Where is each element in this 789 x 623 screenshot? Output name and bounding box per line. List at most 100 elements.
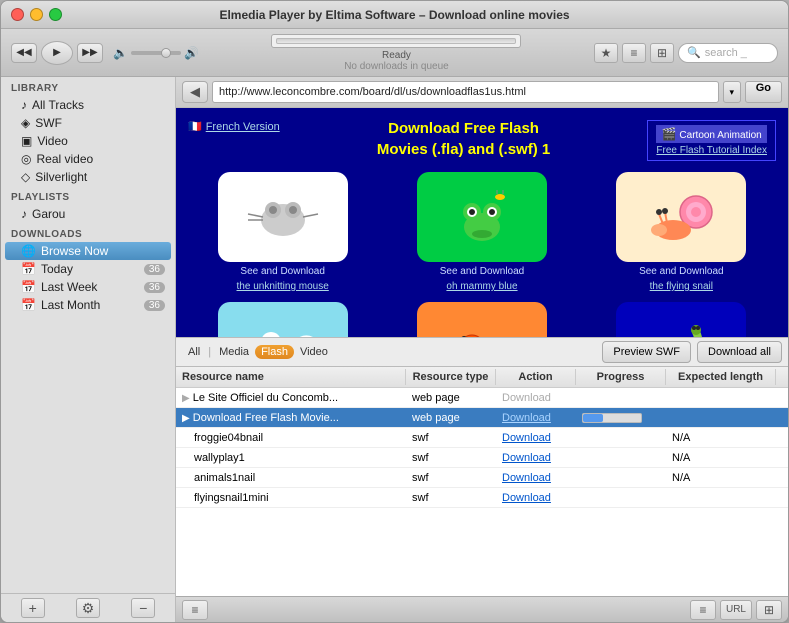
rewind-button[interactable]: ◀◀: [11, 43, 37, 63]
minimize-button[interactable]: [30, 8, 43, 21]
progress-queue: No downloads in queue: [344, 61, 449, 72]
sidebar-item-browse-now[interactable]: 🌐 Browse Now: [5, 242, 171, 260]
flash-link-1[interactable]: oh mammy blue: [446, 281, 517, 292]
flash-link-2[interactable]: the flying snail: [650, 281, 713, 292]
remove-button[interactable]: −: [131, 598, 155, 618]
animals-svg: [641, 312, 721, 337]
flash-item-snailrunner: See and Download the snailrunner: [387, 302, 576, 337]
sidebar-item-video[interactable]: ▣ Video: [5, 132, 171, 150]
row4-download-link[interactable]: Download: [502, 472, 551, 484]
browse-now-icon: 🌐: [21, 244, 36, 258]
row4-action: Download: [496, 470, 576, 486]
sidebar-item-today[interactable]: 📅 Today 36: [5, 260, 171, 278]
col-header-type: Resource type: [406, 369, 496, 385]
table-row[interactable]: froggie04bnail swf Download N/A: [176, 428, 788, 448]
today-icon: 📅: [21, 262, 36, 276]
snailrunner-svg: [442, 312, 522, 337]
sidebar-item-swf[interactable]: ◈ SWF: [5, 114, 171, 132]
row4-scroll: [776, 476, 788, 480]
url-input[interactable]: [212, 81, 719, 103]
row5-action: Download: [496, 490, 576, 506]
url-button[interactable]: URL: [720, 600, 752, 620]
search-box[interactable]: 🔍 search _: [678, 43, 778, 63]
maximize-button[interactable]: [49, 8, 62, 21]
list-view-icon[interactable]: ≡: [182, 600, 208, 620]
sidebar-label-today: Today: [41, 262, 73, 276]
close-button[interactable]: [11, 8, 24, 21]
last-month-icon: 📅: [21, 298, 36, 312]
titlebar: Elmedia Player by Eltima Software – Down…: [1, 1, 788, 29]
row1-progress-bar: [582, 413, 642, 423]
forward-button[interactable]: ▶▶: [77, 43, 103, 63]
flash-link-0[interactable]: the unknitting mouse: [237, 281, 329, 292]
add-button[interactable]: +: [21, 598, 45, 618]
french-version-link[interactable]: French Version: [206, 121, 280, 133]
sidebar-item-last-week[interactable]: 📅 Last Week 36: [5, 278, 171, 296]
row2-name: froggie04bnail: [176, 430, 406, 446]
url-dropdown-button[interactable]: ▾: [723, 81, 741, 103]
filter-all[interactable]: All: [182, 345, 206, 359]
settings-button[interactable]: ⚙: [76, 598, 100, 618]
row1-action: Download: [496, 410, 576, 426]
table-row[interactable]: ▶ Le Site Officiel du Concomb... web pag…: [176, 388, 788, 408]
cartoon-tutorial-link[interactable]: Free Flash Tutorial Index: [656, 145, 767, 156]
sidebar-item-silverlight[interactable]: ◇ Silverlight: [5, 168, 171, 186]
star-button[interactable]: ★: [594, 43, 618, 63]
preview-swf-button[interactable]: Preview SWF: [602, 341, 691, 363]
row0-progress: [576, 396, 666, 400]
browser-panel: ◀ ▾ Go 🇫🇷 French Version Download Free F…: [176, 77, 788, 622]
row1-progress-fill: [583, 414, 603, 422]
media-toolbar: All | Media Flash Video Preview SWF Down…: [176, 337, 788, 367]
download-all-button[interactable]: Download all: [697, 341, 782, 363]
sidebar-bottom: + ⚙ −: [1, 593, 175, 622]
row4-name: animals1nail: [176, 470, 406, 486]
row3-scroll: [776, 456, 788, 460]
sidebar-label-browse-now: Browse Now: [41, 244, 108, 258]
row2-download-link[interactable]: Download: [502, 432, 551, 444]
table-row[interactable]: animals1nail swf Download N/A: [176, 468, 788, 488]
volume-slider[interactable]: [131, 51, 181, 55]
table-row[interactable]: wallyplay1 swf Download N/A: [176, 448, 788, 468]
table-row[interactable]: flyingsnail1mini swf Download: [176, 488, 788, 508]
filter-flash[interactable]: Flash: [255, 345, 294, 359]
flash-thumb-animals: [616, 302, 746, 337]
back-button[interactable]: ◀: [182, 81, 208, 103]
sidebar-item-all-tracks[interactable]: ♪ All Tracks: [5, 96, 171, 114]
row2-type: swf: [406, 430, 496, 446]
row5-name-text: flyingsnail1mini: [182, 492, 269, 504]
sidebar-item-garou[interactable]: ♪ Garou: [5, 205, 171, 223]
mouse-svg: [243, 182, 323, 252]
col-header-name: Resource name: [176, 369, 406, 385]
list-view-button[interactable]: ≡: [622, 43, 646, 63]
bottom-right-buttons: ≡ URL ⊞: [690, 600, 782, 620]
sidebar: LIBRARY ♪ All Tracks ◈ SWF ▣ Video ◎ Rea…: [1, 77, 176, 622]
grid-view-button[interactable]: ⊞: [650, 43, 674, 63]
volume-area: 🔈 🔊: [113, 46, 199, 60]
flash-item-snail: See and Download the flying snail: [587, 172, 776, 292]
row3-length: N/A: [666, 450, 776, 466]
play-button[interactable]: ▶: [41, 41, 73, 65]
row5-download-link[interactable]: Download: [502, 492, 551, 504]
last-week-badge: 36: [144, 282, 165, 293]
grid-icon-button[interactable]: ⊞: [756, 600, 782, 620]
table-row[interactable]: ▶ Download Free Flash Movie... web page …: [176, 408, 788, 428]
media-actions: Preview SWF Download all: [602, 341, 782, 363]
filter-media[interactable]: Media: [213, 345, 255, 359]
row1-download-link[interactable]: Download: [502, 412, 551, 424]
filter-video[interactable]: Video: [294, 345, 334, 359]
row3-download-link[interactable]: Download: [502, 452, 551, 464]
list-icon-button[interactable]: ≡: [690, 600, 716, 620]
sidebar-label-silverlight: Silverlight: [35, 170, 87, 184]
sidebar-item-real-video[interactable]: ◎ Real video: [5, 150, 171, 168]
address-bar: ◀ ▾ Go: [176, 77, 788, 108]
go-button[interactable]: Go: [745, 81, 782, 103]
garou-icon: ♪: [21, 207, 27, 221]
flash-grid: See and Download the unknitting mouse: [188, 172, 776, 337]
all-tracks-icon: ♪: [21, 98, 27, 112]
page-title-line1: Download Free Flash: [280, 120, 648, 137]
sidebar-item-last-month[interactable]: 📅 Last Month 36: [5, 296, 171, 314]
row0-name: ▶ Le Site Officiel du Concomb...: [176, 390, 406, 406]
row1-progress: [576, 411, 666, 425]
flash-caption-1: See and Download: [440, 266, 525, 277]
flash-thumb-bird: [218, 302, 348, 337]
